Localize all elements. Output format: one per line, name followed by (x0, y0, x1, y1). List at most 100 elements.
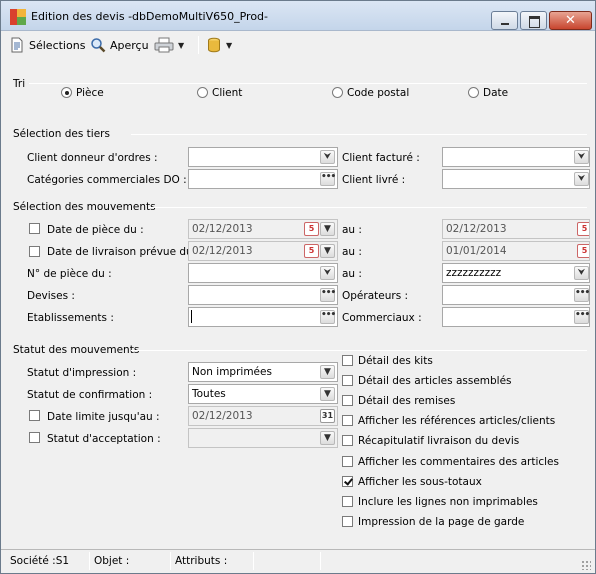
devises-field[interactable]: ••• (188, 285, 338, 305)
calendar-icon[interactable]: 31 (320, 409, 335, 423)
toolbar-separator (198, 36, 199, 54)
option-checkbox-kits[interactable] (342, 355, 353, 366)
date-livraison-au-label: au : (342, 246, 362, 258)
num-piece-to-value: zzzzzzzzzz (446, 267, 502, 279)
client-donneur-field[interactable]: ⮟ (188, 147, 338, 167)
maximize-button[interactable] (520, 11, 547, 30)
double-down-icon[interactable]: ⮟ (574, 266, 589, 280)
date-limite-value: 02/12/2013 (192, 410, 253, 422)
radio-client[interactable] (197, 87, 208, 98)
window-title: Edition des devis -dbDemoMultiV650_Prod- (31, 10, 269, 23)
print-dropdown-icon[interactable]: ▼ (178, 41, 184, 50)
commerciaux-field[interactable]: ••• (442, 307, 590, 327)
date-livraison-from-value: 02/12/2013 (192, 245, 253, 257)
apercu-button[interactable]: Aperçu (90, 35, 149, 55)
ellipsis-icon[interactable]: ••• (574, 288, 589, 302)
dropdown-icon[interactable]: ▼ (320, 244, 335, 258)
option-checkbox-sous-totaux[interactable] (342, 476, 353, 487)
option-label-commentaires: Afficher les commentaires des articles (358, 456, 559, 468)
option-checkbox-references[interactable] (342, 415, 353, 426)
ellipsis-icon[interactable]: ••• (320, 288, 336, 302)
option-checkbox-remises[interactable] (342, 395, 353, 406)
acceptation-checkbox[interactable] (29, 432, 40, 443)
date-piece-from-field[interactable]: 02/12/2013 5 ▼ (188, 219, 338, 239)
date-livraison-checkbox[interactable] (29, 246, 40, 257)
impression-label: Statut d'impression : (27, 367, 137, 379)
title-bar: Edition des devis -dbDemoMultiV650_Prod-… (1, 1, 595, 31)
date-limite-field[interactable]: 02/12/2013 31 (188, 406, 338, 426)
print-button[interactable]: ▼ (154, 35, 184, 55)
ellipsis-icon[interactable]: ••• (320, 310, 336, 324)
date-piece-label: Date de pièce du : (47, 224, 144, 236)
tri-group-line (29, 83, 587, 84)
categories-field[interactable]: ••• (188, 169, 338, 189)
option-checkbox-non-imprimables[interactable] (342, 496, 353, 507)
option-checkbox-page-garde[interactable] (342, 516, 353, 527)
confirmation-select[interactable]: Toutes ▼ (188, 384, 338, 404)
commerciaux-label: Commerciaux : (342, 312, 422, 324)
resize-grip-icon[interactable] (581, 560, 591, 570)
status-societe: Société :S1 (10, 555, 70, 567)
date-piece-au-label: au : (342, 224, 362, 236)
double-down-icon[interactable]: ⮟ (574, 150, 589, 164)
num-piece-from-field[interactable]: ⮟ (188, 263, 338, 283)
radio-code-postal[interactable] (332, 87, 343, 98)
confirmation-label: Statut de confirmation : (27, 389, 153, 401)
confirmation-value: Toutes (192, 388, 226, 400)
selections-button[interactable]: Sélections (9, 35, 85, 55)
option-label-references: Afficher les références articles/clients (358, 415, 556, 427)
apercu-label: Aperçu (110, 38, 149, 52)
dropdown-icon[interactable]: ▼ (320, 222, 335, 236)
tiers-group-title: Sélection des tiers (13, 128, 110, 140)
client-donneur-label: Client donneur d'ordres : (27, 152, 158, 164)
dropdown-icon[interactable]: ▼ (320, 387, 335, 401)
date-piece-to-field[interactable]: 02/12/2013 5 (442, 219, 590, 239)
option-checkbox-assembles[interactable] (342, 375, 353, 386)
option-label-non-imprimables: Inclure les lignes non imprimables (358, 496, 538, 508)
acceptation-label: Statut d'acceptation : (47, 433, 161, 445)
calendar-icon[interactable]: 5 (304, 222, 319, 236)
dropdown-icon[interactable]: ▼ (320, 431, 335, 445)
ellipsis-icon[interactable]: ••• (320, 172, 336, 186)
etablissements-field[interactable]: ••• (188, 307, 338, 327)
double-down-icon[interactable]: ⮟ (574, 172, 589, 186)
operateurs-field[interactable]: ••• (442, 285, 590, 305)
double-down-icon[interactable]: ⮟ (320, 266, 335, 280)
statut-group-line (131, 350, 587, 351)
radio-piece-label: Pièce (76, 87, 104, 99)
num-piece-label: N° de pièce du : (27, 268, 112, 280)
tiers-group-line (131, 134, 587, 135)
client-facture-field[interactable]: ⮟ (442, 147, 590, 167)
radio-date[interactable] (468, 87, 479, 98)
impression-select[interactable]: Non imprimées ▼ (188, 362, 338, 382)
client-livre-field[interactable]: ⮟ (442, 169, 590, 189)
calendar-icon[interactable]: 5 (577, 222, 589, 236)
mouvements-group-title: Sélection des mouvements (13, 201, 156, 213)
ellipsis-icon[interactable]: ••• (574, 310, 589, 324)
document-icon (11, 37, 23, 53)
date-livraison-from-field[interactable]: 02/12/2013 5 ▼ (188, 241, 338, 261)
option-checkbox-commentaires[interactable] (342, 456, 353, 467)
date-limite-checkbox[interactable] (29, 410, 40, 421)
radio-piece[interactable] (61, 87, 72, 98)
option-label-recap-livraison: Récapitulatif livraison du devis (358, 435, 520, 447)
radio-client-label: Client (212, 87, 243, 99)
app-icon (10, 9, 26, 25)
option-checkbox-recap-livraison[interactable] (342, 435, 353, 446)
database-dropdown-icon[interactable]: ▼ (226, 41, 232, 50)
date-livraison-to-field[interactable]: 01/01/2014 5 (442, 241, 590, 261)
client-facture-label: Client facturé : (342, 152, 420, 164)
num-piece-to-field[interactable]: zzzzzzzzzz ⮟ (442, 263, 590, 283)
date-piece-checkbox[interactable] (29, 223, 40, 234)
magnifier-icon (91, 38, 106, 53)
calendar-icon[interactable]: 5 (304, 244, 319, 258)
database-button[interactable]: ▼ (206, 35, 232, 55)
dropdown-icon[interactable]: ▼ (320, 365, 335, 379)
calendar-icon[interactable]: 5 (577, 244, 589, 258)
close-button[interactable]: ✕ (549, 11, 592, 30)
double-down-icon[interactable]: ⮟ (320, 150, 335, 164)
minimize-button[interactable] (491, 11, 518, 30)
tri-group-title: Tri (13, 78, 26, 90)
option-label-kits: Détail des kits (358, 355, 433, 367)
acceptation-select[interactable]: ▼ (188, 428, 338, 448)
